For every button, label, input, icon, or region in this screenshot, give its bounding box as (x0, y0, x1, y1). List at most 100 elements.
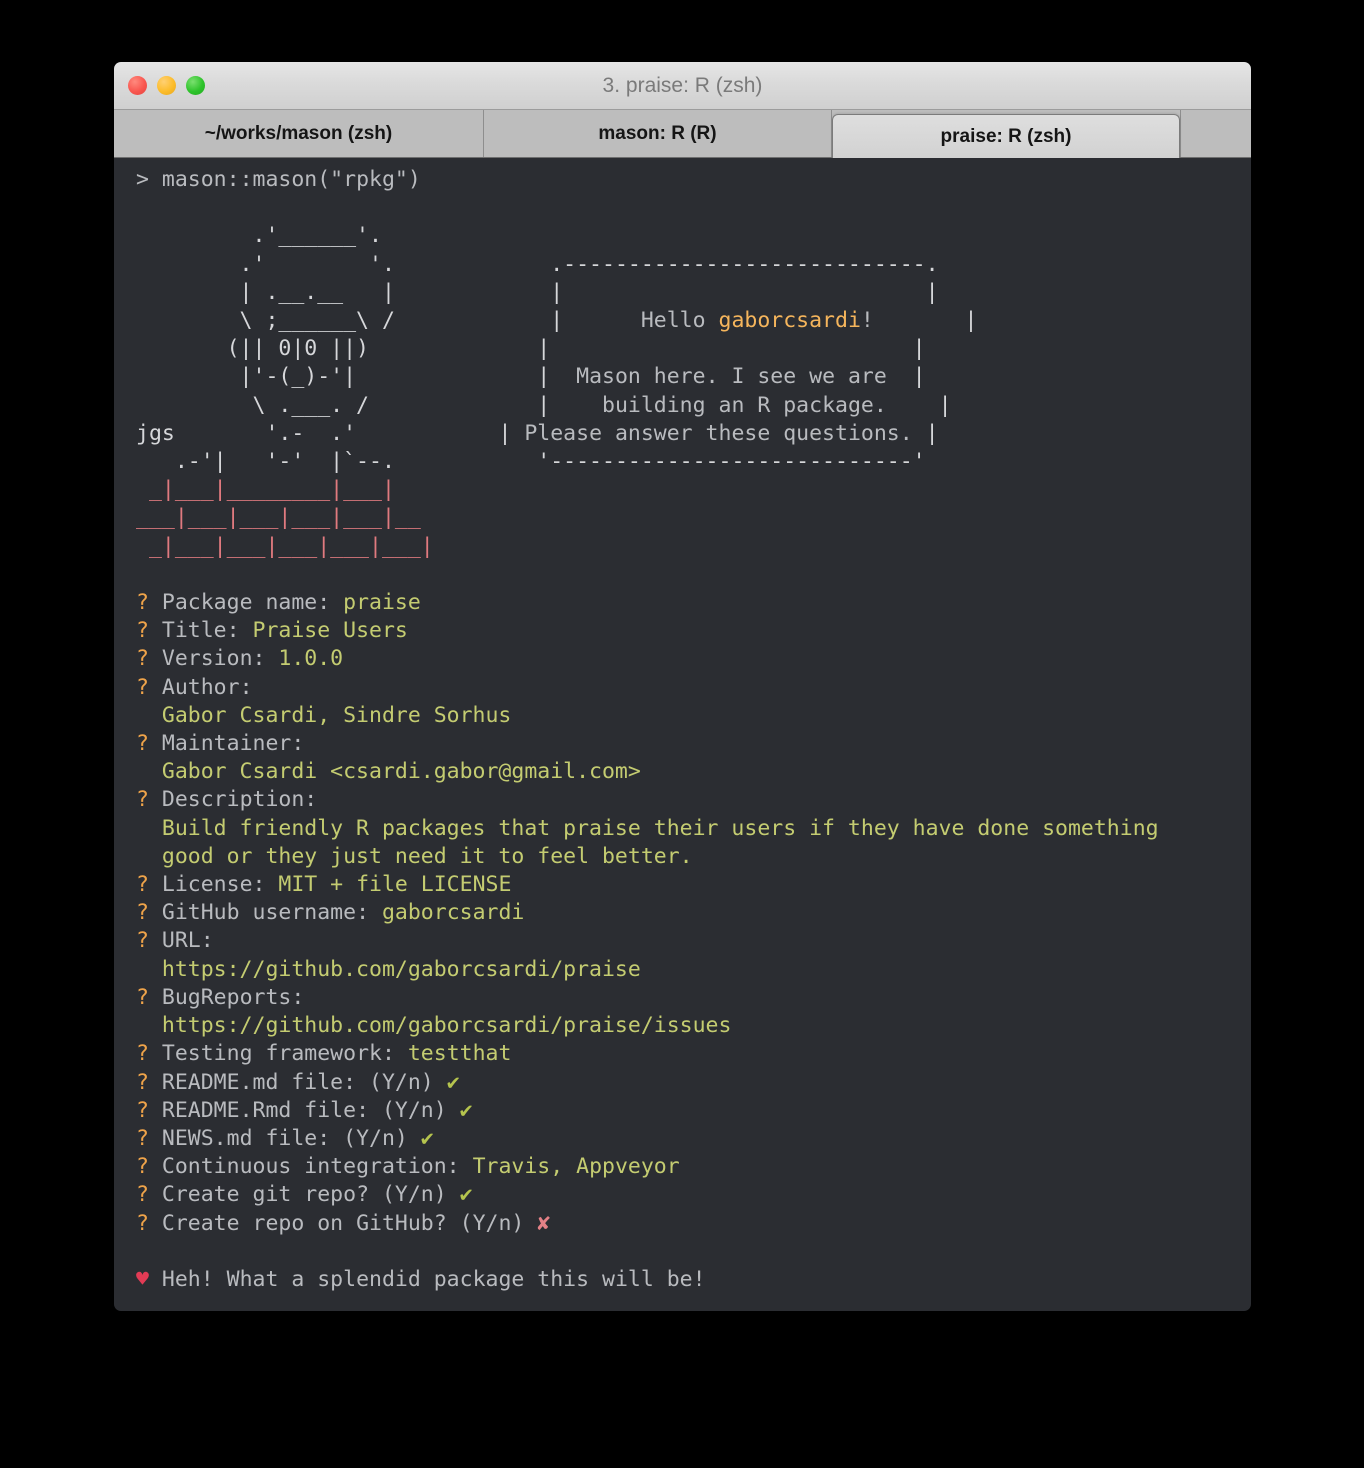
question-marker: ? (136, 928, 149, 954)
question-marker: ? (136, 590, 149, 616)
question-marker: ? (136, 787, 149, 813)
question-continuation-line: Gabor Csardi <csardi.gabor@gmail.com> (114, 758, 1251, 786)
question-label: GitHub username: (161, 900, 382, 926)
question-value: ✔ (459, 1182, 473, 1208)
question-marker: ? (136, 1041, 149, 1067)
question-label: Package name: (161, 590, 344, 616)
question-line: ? Author: (114, 674, 1251, 702)
wall-row: ___|___|___|___|___|__ (136, 505, 421, 531)
question-value: testthat (407, 1041, 512, 1067)
question-marker: ? (136, 1182, 149, 1208)
question-line: ? Version: 1.0.0 (114, 645, 1251, 673)
question-value: Praise Users (252, 618, 408, 644)
ascii-art-row: (|| 0|0 ||) | | (136, 336, 926, 362)
question-label: Title: (161, 618, 253, 644)
question-continuation-line: Gabor Csardi, Sindre Sorhus (114, 702, 1251, 730)
question-line: ? License: MIT + file LICENSE (114, 871, 1251, 899)
ascii-art-row: |'-(_)-'| | Mason here. I see we are | (136, 364, 926, 390)
question-value: gaborcsardi (381, 900, 525, 926)
question-label: Author: (161, 674, 253, 700)
question-marker: ? (136, 1154, 149, 1180)
blank-line-2 (114, 561, 1251, 589)
ascii-art-row: \ .___. / | building an R package. | (136, 392, 952, 418)
blank-line-1 (114, 194, 1251, 222)
question-value: good or they just need it to feel better… (136, 843, 693, 869)
maximize-window-button[interactable] (186, 76, 205, 95)
tab-works-mason[interactable]: ~/works/mason (zsh) (114, 110, 484, 157)
question-label: Description: (161, 787, 318, 813)
question-continuation-line: Build friendly R packages that praise th… (114, 815, 1251, 843)
ascii-art-row: | .__.__ | | | (136, 279, 939, 305)
tab-label: praise: R (zsh) (940, 125, 1072, 147)
question-label: README.Rmd file: (Y/n) (161, 1097, 460, 1123)
heart-icon: ♥ (136, 1266, 149, 1292)
greeting-line-2: Mason here. I see we are (576, 364, 887, 390)
terminal-window: 3. praise: R (zsh) ~/works/mason (zsh) m… (114, 62, 1251, 1311)
blank-line-3 (114, 1238, 1251, 1266)
question-label: Testing framework: (161, 1041, 408, 1067)
tab-label: mason: R (R) (598, 122, 717, 144)
blank-line-4 (114, 1294, 1251, 1311)
question-marker: ? (136, 984, 149, 1010)
question-marker: ? (136, 900, 149, 926)
minimize-window-button[interactable] (157, 76, 176, 95)
question-line: ? Title: Praise Users (114, 617, 1251, 645)
ascii-art-row: .' '. .----------------------------. (136, 251, 939, 277)
question-marker: ? (136, 1097, 149, 1123)
wall-row: _|___|___|___|___|___| (136, 533, 434, 559)
question-marker: ? (136, 1069, 149, 1095)
question-line: ? Maintainer: (114, 730, 1251, 758)
question-marker: ? (136, 618, 149, 644)
question-label: README.md file: (Y/n) (161, 1069, 447, 1095)
question-continuation-line: https://github.com/gaborcsardi/praise (114, 956, 1251, 984)
question-value: 1.0.0 (278, 646, 344, 672)
question-label: BugReports: (161, 984, 305, 1010)
question-label: Create git repo? (Y/n) (161, 1182, 460, 1208)
tab-bar-filler (1180, 110, 1251, 157)
question-line: ? Package name: praise (114, 589, 1251, 617)
question-line: ? NEWS.md file: (Y/n) ✔ (114, 1125, 1251, 1153)
question-line: ? Description: (114, 786, 1251, 814)
question-line: ? README.md file: (Y/n) ✔ (114, 1069, 1251, 1097)
close-window-button[interactable] (128, 76, 147, 95)
window-title: 3. praise: R (zsh) (602, 73, 763, 97)
question-marker: ? (136, 674, 149, 700)
ascii-art-row: .'______'. (136, 223, 382, 249)
question-line: ? Testing framework: testthat (114, 1040, 1251, 1068)
praise-text: Heh! What a splendid package this will b… (161, 1266, 706, 1292)
question-label: Continuous integration: (161, 1154, 473, 1180)
tab-mason-r[interactable]: mason: R (R) (484, 110, 832, 157)
tab-label: ~/works/mason (zsh) (204, 122, 393, 144)
praise-line: ♥ Heh! What a splendid package this will… (114, 1266, 1251, 1294)
question-line: ? Create repo on GitHub? (Y/n) ✘ (114, 1210, 1251, 1238)
question-value: Build friendly R packages that praise th… (136, 815, 1159, 841)
artist-signature: jgs (136, 420, 175, 446)
window-title-bar: 3. praise: R (zsh) (114, 62, 1251, 110)
terminal-output-area[interactable]: > mason::mason("rpkg") .'______'. .' '. … (114, 158, 1251, 1311)
tab-praise-r[interactable]: praise: R (zsh) (832, 114, 1180, 158)
question-label: NEWS.md file: (Y/n) (161, 1125, 421, 1151)
question-label: License: (161, 872, 279, 898)
question-line: ? README.Rmd file: (Y/n) ✔ (114, 1097, 1251, 1125)
question-line: ? GitHub username: gaborcsardi (114, 899, 1251, 927)
question-continuation-line: good or they just need it to feel better… (114, 843, 1251, 871)
traffic-lights (128, 62, 205, 109)
question-line: ? URL: (114, 927, 1251, 955)
question-label: Maintainer: (161, 731, 305, 757)
wall-row: _|___|________|___| (136, 477, 395, 503)
ascii-art-row: .-'| '-' |`--. '------------------------… (136, 449, 926, 475)
question-list: ? Package name: praise? Title: Praise Us… (114, 589, 1251, 1238)
question-value: ✔ (420, 1125, 434, 1151)
question-line: ? Continuous integration: Travis, Appvey… (114, 1153, 1251, 1181)
question-marker: ? (136, 1210, 149, 1236)
question-line: ? Create git repo? (Y/n) ✔ (114, 1181, 1251, 1209)
question-continuation-line: https://github.com/gaborcsardi/praise/is… (114, 1012, 1251, 1040)
question-value: Gabor Csardi, Sindre Sorhus (136, 702, 512, 728)
question-label: Version: (161, 646, 279, 672)
question-value: ✔ (459, 1097, 473, 1123)
question-value: ✔ (446, 1069, 460, 1095)
greeting-line-4: Please answer these questions. (524, 420, 913, 446)
ascii-art-row: \ ;______\ / | Hello gaborcsardi! | (136, 308, 978, 334)
prompt-symbol: > (136, 167, 149, 192)
question-line: ? BugReports: (114, 984, 1251, 1012)
